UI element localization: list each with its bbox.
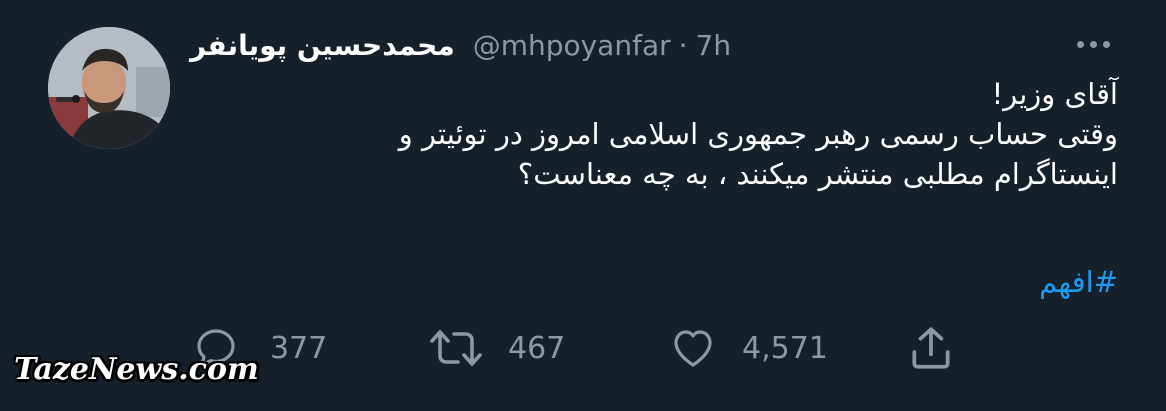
separator: · [678, 28, 688, 62]
avatar[interactable] [48, 27, 170, 149]
retweet-button[interactable]: 467 [428, 318, 565, 378]
tweet-header: محمدحسین پویانفر @mhpoyanfar · 7h [190, 24, 731, 66]
hashtag-link[interactable]: #افهم [1039, 262, 1118, 302]
like-button[interactable]: 4,571 [668, 318, 828, 378]
heart-icon [674, 330, 712, 367]
like-count: 4,571 [742, 330, 828, 366]
retweet-count: 467 [508, 330, 566, 366]
tweet-text-line: آقای وزیر! [991, 77, 1118, 111]
share-icon [912, 327, 950, 369]
avatar-image [48, 27, 170, 149]
reply-count: 377 [270, 330, 328, 366]
watermark: TazeNews.com [14, 352, 259, 387]
tweet-text-line: وقتی حساب رسمی رهبر جمهوری اسلامی امروز … [398, 117, 1118, 151]
more-dot [1102, 40, 1110, 48]
tweet-timestamp[interactable]: 7h [696, 29, 732, 62]
more-options-button[interactable] [1068, 30, 1118, 58]
more-horizontal-icon [1076, 40, 1084, 48]
retweet-icon [430, 330, 482, 366]
tweet-text: آقای وزیر! وقتی حساب رسمی رهبر جمهوری اس… [258, 74, 1118, 194]
more-dot [1089, 40, 1097, 48]
tweet-text-line: اینستاگرام مطلبی منتشر میکنند ، به چه مع… [517, 157, 1118, 191]
share-button[interactable] [906, 318, 956, 378]
display-name[interactable]: محمدحسین پویانفر [190, 29, 455, 62]
user-handle[interactable]: @mhpoyanfar [473, 29, 671, 62]
